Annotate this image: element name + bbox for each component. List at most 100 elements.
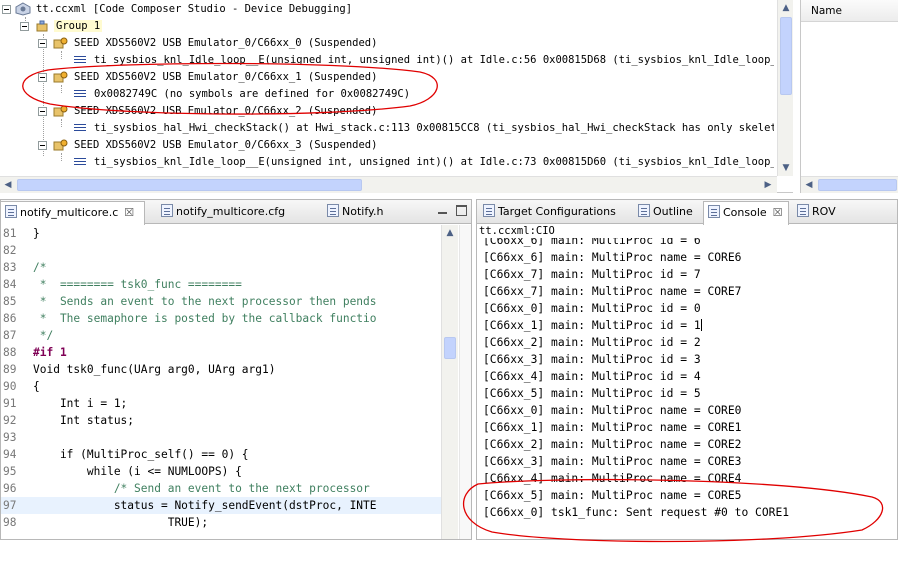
- console-line: [C66xx_4] main: MultiProc id = 4: [483, 370, 701, 383]
- scroll-up-icon[interactable]: ▲: [442, 225, 458, 241]
- line-number: 88: [3, 346, 17, 359]
- tab-target-configurations[interactable]: Target Configurations: [479, 201, 629, 223]
- editor-vertical-scrollbar[interactable]: ▲: [441, 225, 458, 539]
- code-text: while (i <= NUMLOOPS) {: [33, 465, 242, 478]
- stack-frame-label: 0x0082749C (no symbols are defined for 0…: [94, 88, 411, 100]
- code-line: 90 {: [1, 378, 441, 395]
- console-title: tt.ccxml:CIO: [479, 225, 555, 237]
- console-line: [C66xx_3] main: MultiProc id = 3: [483, 353, 701, 366]
- code-line: 91 Int i = 1;: [1, 395, 441, 412]
- editor-vscroll-thumb[interactable]: [444, 337, 456, 359]
- stack-frame-row[interactable]: ti_sysbios_knl_Idle_loop__E(unsigned int…: [74, 52, 774, 69]
- scroll-up-icon[interactable]: ▲: [778, 0, 794, 16]
- editor-tab-bar: notify_multicore.c ☒ notify_multicore.cfg…: [0, 200, 471, 225]
- core-node-row[interactable]: SEED XDS560V2 USB Emulator_0/C66xx_0 (Su…: [38, 35, 772, 52]
- stack-frame-row[interactable]: 0x0082749C (no symbols are defined for 0…: [74, 86, 774, 103]
- debug-group-row[interactable]: Group 1: [20, 18, 772, 35]
- outline-icon: [638, 204, 650, 217]
- close-tab-icon[interactable]: ☒: [773, 202, 783, 224]
- tab-console[interactable]: Console ☒: [703, 201, 789, 225]
- tab-label: notify_multicore.cfg: [176, 205, 286, 218]
- code-text: status = Notify_sendEvent(dstProc, INTE: [33, 499, 377, 512]
- tab-label: notify_multicore.c: [20, 206, 119, 219]
- tab-outline[interactable]: Outline: [634, 201, 700, 223]
- line-number: 81: [3, 227, 17, 240]
- h-file-icon: [327, 204, 339, 217]
- console-line: [C66xx_6] main: MultiProc id = 6: [483, 238, 701, 247]
- tab-notify-multicore-cfg[interactable]: notify_multicore.cfg: [157, 201, 307, 223]
- console-output[interactable]: [C66xx_6] main: MultiProc id = 6 [C66xx_…: [477, 238, 897, 539]
- code-line: 94 if (MultiProc_self() == 0) {: [1, 446, 441, 463]
- core-node-row[interactable]: SEED XDS560V2 USB Emulator_0/C66xx_3 (Su…: [38, 137, 772, 154]
- tab-notify-multicore-c[interactable]: notify_multicore.c ☒: [0, 201, 145, 225]
- scroll-down-icon[interactable]: ▼: [778, 160, 794, 176]
- code-editor[interactable]: 81} 82 83 /* 84 * ======== tsk0_func ====…: [1, 225, 471, 539]
- stack-frame-row[interactable]: ti_sysbios_knl_Idle_loop__E(unsigned int…: [74, 154, 774, 171]
- rov-icon: [797, 204, 809, 217]
- code-text: Int i = 1;: [33, 397, 128, 410]
- editor-pane: notify_multicore.c ☒ notify_multicore.cfg…: [0, 199, 472, 540]
- variables-horizontal-scrollbar[interactable]: ◀: [801, 176, 898, 193]
- name-column-label: Name: [811, 5, 842, 17]
- collapse-group-icon[interactable]: [20, 22, 29, 31]
- core-node-label: SEED XDS560V2 USB Emulator_0/C66xx_1 (Su…: [74, 71, 378, 83]
- code-text: /*: [33, 261, 47, 274]
- maximize-icon[interactable]: [456, 205, 467, 216]
- console-line: [C66xx_0] main: MultiProc name = CORE0: [483, 404, 742, 417]
- line-number: 87: [3, 329, 17, 342]
- core-node-label: SEED XDS560V2 USB Emulator_0/C66xx_0 (Su…: [74, 37, 378, 49]
- tab-label: Notify.h: [342, 205, 384, 218]
- console-line: [C66xx_6] main: MultiProc name = CORE6: [483, 251, 742, 264]
- code-line: 82: [1, 242, 441, 259]
- console-line: [C66xx_2] main: MultiProc name = CORE2: [483, 438, 742, 451]
- code-text: Int status;: [33, 414, 135, 427]
- variables-hscroll-thumb[interactable]: [818, 179, 897, 191]
- code-text: * The semaphore is posted by the callbac…: [33, 312, 377, 325]
- line-number: 90: [3, 380, 17, 393]
- code-text: Void tsk0_func(UArg arg0, UArg arg1): [33, 363, 276, 376]
- overview-ruler[interactable]: [459, 225, 471, 539]
- core-node-row[interactable]: SEED XDS560V2 USB Emulator_0/C66xx_1 (Su…: [38, 69, 772, 86]
- debug-root-row[interactable]: tt.ccxml [Code Composer Studio - Device …: [2, 1, 772, 18]
- minimize-icon[interactable]: [437, 205, 448, 216]
- code-line: 87 */: [1, 327, 441, 344]
- line-number: 91: [3, 397, 17, 410]
- stack-frame-row[interactable]: ti_sysbios_hal_Hwi_checkStack() at Hwi_s…: [74, 120, 774, 137]
- scroll-right-icon[interactable]: ▶: [760, 177, 776, 193]
- debug-vscroll-thumb[interactable]: [780, 17, 792, 95]
- console-icon: [708, 205, 720, 218]
- stack-frame-label: ti_sysbios_hal_Hwi_checkStack() at Hwi_s…: [94, 122, 774, 134]
- console-pane: Target Configurations Outline Console ☒ R…: [476, 199, 898, 540]
- code-text: * ======== tsk0_func ========: [33, 278, 242, 291]
- variables-column-header[interactable]: Name: [801, 0, 898, 22]
- console-tab-bar: Target Configurations Outline Console ☒ R…: [477, 200, 897, 225]
- tab-rov[interactable]: ROV: [793, 201, 843, 223]
- code-line: 83 /*: [1, 259, 441, 276]
- debug-view: tt.ccxml [Code Composer Studio - Device …: [0, 0, 793, 193]
- debug-hscroll-thumb[interactable]: [17, 179, 362, 191]
- line-number: 93: [3, 431, 17, 444]
- console-line: [C66xx_1] main: MultiProc name = CORE1: [483, 421, 742, 434]
- code-line: 96 /* Send an event to the next processo…: [1, 480, 441, 497]
- code-line: 89 Void tsk0_func(UArg arg0, UArg arg1): [1, 361, 441, 378]
- line-number: 89: [3, 363, 17, 376]
- tab-notify-h[interactable]: Notify.h: [323, 201, 403, 223]
- line-number: 82: [3, 244, 17, 257]
- debug-horizontal-scrollbar[interactable]: ◀ ▶: [0, 176, 777, 193]
- console-line: [C66xx_0] tsk1_func: Sent request #0 to …: [483, 506, 790, 519]
- core-node-row[interactable]: SEED XDS560V2 USB Emulator_0/C66xx_2 (Su…: [38, 103, 772, 120]
- c-file-icon: [5, 205, 17, 218]
- console-line: [C66xx_7] main: MultiProc id = 7: [483, 268, 701, 281]
- debug-vertical-scrollbar[interactable]: ▲ ▼: [777, 0, 793, 176]
- code-text: }: [33, 227, 40, 240]
- line-number: 92: [3, 414, 17, 427]
- debug-group-label: Group 1: [54, 20, 103, 32]
- current-code-line: 97 status = Notify_sendEvent(dstProc, IN…: [1, 497, 441, 514]
- tab-label: Outline: [653, 205, 693, 218]
- scroll-left-icon[interactable]: ◀: [801, 177, 817, 193]
- scroll-left-icon[interactable]: ◀: [0, 177, 16, 193]
- line-number: 97: [3, 499, 17, 512]
- code-line: 85 * Sends an event to the next processo…: [1, 293, 441, 310]
- close-tab-icon[interactable]: ☒: [124, 202, 134, 224]
- line-number: 86: [3, 312, 17, 325]
